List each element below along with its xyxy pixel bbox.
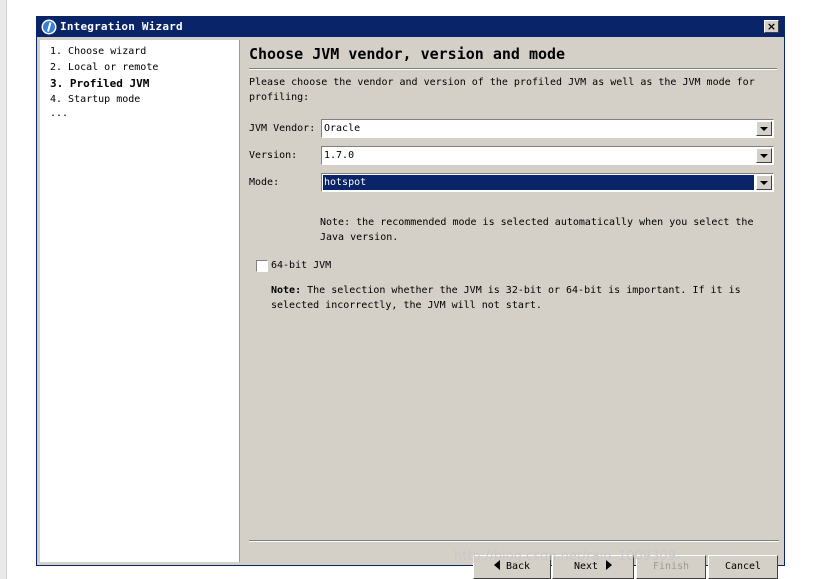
integration-wizard-dialog: Integration Wizard × 1. Choose wizard 2.…: [36, 16, 785, 579]
footer-divider: [249, 540, 779, 542]
chevron-down-icon[interactable]: [756, 121, 772, 136]
wizard-content: Choose JVM vendor, version and mode Plea…: [240, 40, 782, 579]
step-local-or-remote: 2. Local or remote: [50, 62, 159, 73]
version-combo[interactable]: 1.7.0: [321, 146, 774, 165]
chevron-down-icon[interactable]: [756, 148, 772, 163]
64-bit-jvm-checkbox[interactable]: [256, 260, 268, 272]
mode-value: hotspot: [324, 177, 367, 188]
page-title: Choose JVM vendor, version and mode: [249, 45, 566, 63]
title-bar[interactable]: Integration Wizard ×: [37, 17, 784, 37]
jvm-vendor-label: JVM Vendor:: [249, 123, 316, 134]
step-choose-wizard: 1. Choose wizard: [50, 46, 147, 57]
64-bit-jvm-label[interactable]: 64-bit JVM: [271, 260, 331, 271]
window-title: Integration Wizard: [60, 20, 183, 33]
version-label: Version:: [249, 150, 298, 161]
chevron-down-icon[interactable]: [756, 175, 772, 190]
mode-selection-highlight: [323, 175, 754, 190]
wizard-steps-panel: 1. Choose wizard 2. Local or remote 3. P…: [40, 40, 240, 562]
app-icon: [41, 19, 57, 35]
bitness-note: Note: The selection whether the JVM is 3…: [271, 283, 771, 313]
cancel-button[interactable]: Cancel: [708, 555, 778, 579]
jvm-vendor-value: Oracle: [324, 123, 361, 134]
mode-combo[interactable]: hotspot: [321, 173, 774, 192]
step-more: ...: [50, 108, 69, 119]
bitness-note-bold: Note:: [271, 285, 302, 296]
mode-label: Mode:: [249, 177, 280, 188]
watermark: http://blog.csdn.net/rain_1009309: [454, 549, 676, 564]
heading-divider: [249, 68, 777, 70]
close-button[interactable]: ×: [764, 20, 779, 33]
jvm-vendor-combo[interactable]: Oracle: [321, 119, 774, 138]
bitness-note-text: The selection whether the JVM is 32-bit …: [271, 285, 741, 311]
step-profiled-jvm: 3. Profiled JVM: [50, 77, 150, 90]
step-startup-mode: 4. Startup mode: [50, 94, 141, 105]
version-value: 1.7.0: [324, 150, 355, 161]
mode-note: Note: the recommended mode is selected a…: [320, 217, 754, 243]
page-edge: [0, 0, 7, 579]
page-description: Please choose the vendor and version of …: [249, 77, 755, 103]
